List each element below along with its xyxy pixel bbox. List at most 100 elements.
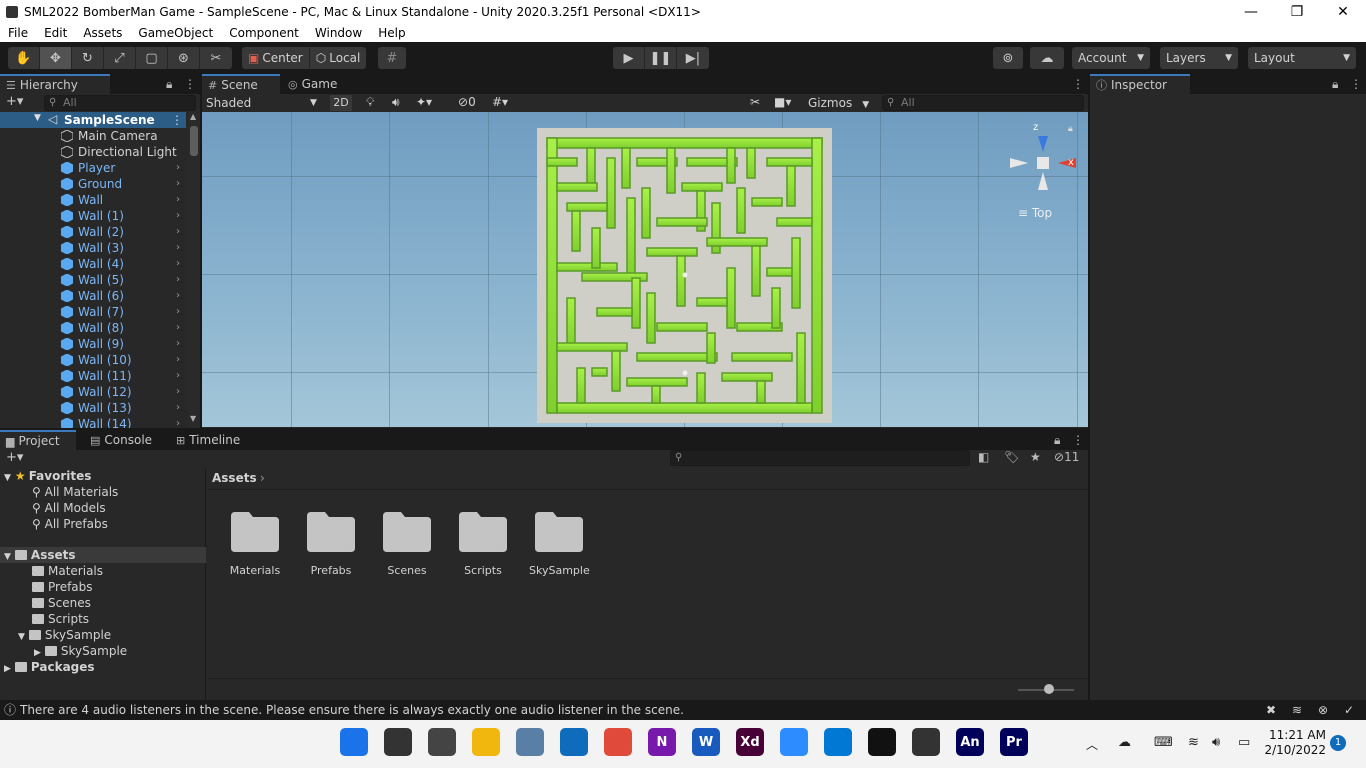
check-icon[interactable]: ✓ <box>1344 700 1354 720</box>
filter-type-icon[interactable]: ◧ <box>978 450 989 464</box>
hierarchy-item[interactable]: Wall (3) › <box>0 240 190 256</box>
prefab-open-icon[interactable]: › <box>176 352 180 368</box>
expand-arrow-icon[interactable]: ▼ <box>4 473 11 483</box>
pivot-local-button[interactable]: ⬡ Local <box>310 47 367 69</box>
expand-arrow-icon[interactable]: ▼ <box>4 552 11 562</box>
onenote-icon[interactable]: N <box>648 728 676 756</box>
menu-component[interactable]: Component <box>221 26 307 40</box>
more-options-icon[interactable]: ⋮ <box>1350 77 1362 91</box>
step-button[interactable]: ▶| <box>677 47 709 69</box>
file-explorer-icon[interactable] <box>472 728 500 756</box>
prefab-open-icon[interactable]: › <box>176 256 180 272</box>
play-button[interactable]: ▶ <box>613 47 645 69</box>
hierarchy-item[interactable]: Player › <box>0 160 190 176</box>
transform-tool-icon[interactable]: ⊛ <box>168 47 200 69</box>
close-button[interactable]: ✕ <box>1320 0 1366 24</box>
move-tool-icon[interactable]: ✥ <box>40 47 72 69</box>
prefab-open-icon[interactable]: › <box>176 272 180 288</box>
account-dropdown[interactable]: Account ▼ <box>1072 47 1150 69</box>
status-message[interactable]: There are 4 audio listeners in the scene… <box>20 700 684 720</box>
prefab-open-icon[interactable]: › <box>176 288 180 304</box>
minimize-button[interactable]: — <box>1228 0 1274 24</box>
prefab-open-icon[interactable]: › <box>176 160 180 176</box>
unity-hub-icon[interactable] <box>912 728 940 756</box>
layout-dropdown[interactable]: Layout ▼ <box>1248 47 1356 69</box>
clock[interactable]: 11:21 AM 2/10/2022 <box>1262 728 1326 758</box>
favorites-item[interactable]: ⚲ All Materials <box>32 484 118 500</box>
prefab-open-icon[interactable]: › <box>176 208 180 224</box>
adobe-premiere-icon[interactable]: Pr <box>1000 728 1028 756</box>
cloud-icon[interactable]: ☁ <box>1118 735 1131 750</box>
keyboard-icon[interactable]: ⌨ <box>1154 735 1173 750</box>
scroll-up-icon[interactable]: ▲ <box>190 112 196 121</box>
menu-help[interactable]: Help <box>370 26 413 40</box>
asset-folder[interactable]: Prefabs <box>301 512 361 577</box>
prefab-open-icon[interactable]: › <box>176 320 180 336</box>
custom-tool-icon[interactable]: ✂ <box>200 47 232 69</box>
tab-inspector[interactable]: ⓘ Inspector <box>1090 74 1190 94</box>
hierarchy-item[interactable]: Wall (1) › <box>0 208 190 224</box>
add-gameobject-button[interactable]: +▾ <box>6 94 23 109</box>
search-icon[interactable] <box>384 728 412 756</box>
tree-folder-skysample-child[interactable]: ▶ SkySample <box>34 643 127 659</box>
grid-toggle-icon[interactable]: #▾ <box>492 95 508 109</box>
hierarchy-item[interactable]: Ground › <box>0 176 190 192</box>
hierarchy-item[interactable]: Directional Light <box>0 144 190 160</box>
chevron-up-icon[interactable]: ︿ <box>1086 736 1098 753</box>
grid-snap-button[interactable]: # <box>378 47 406 69</box>
effects-icon[interactable]: ✦▾ <box>416 95 432 109</box>
tools-icon[interactable]: ✂ <box>750 95 760 109</box>
gizmos-dropdown[interactable]: Gizmos ▼ <box>808 96 872 112</box>
pause-button[interactable]: ❚❚ <box>645 47 677 69</box>
tree-folder-prefabs[interactable]: Prefabs <box>32 579 93 595</box>
packages-root[interactable]: ▶ Packages <box>4 659 95 675</box>
chrome-icon[interactable] <box>604 728 632 756</box>
tab-game[interactable]: ◎ Game <box>282 74 352 94</box>
hierarchy-item[interactable]: Wall (5) › <box>0 272 190 288</box>
debug-icon[interactable]: ✖ <box>1266 700 1276 720</box>
prefab-open-icon[interactable]: › <box>176 416 180 428</box>
prefab-open-icon[interactable]: › <box>176 176 180 192</box>
prefab-open-icon[interactable]: › <box>176 336 180 352</box>
expand-arrow-icon[interactable]: ▶ <box>4 664 11 674</box>
prefab-open-icon[interactable]: › <box>176 240 180 256</box>
hierarchy-item[interactable]: Wall (9) › <box>0 336 190 352</box>
lock-icon[interactable]: 🔒︎ <box>1332 77 1338 92</box>
toggle-2d-button[interactable]: 2D <box>330 95 352 111</box>
prefab-open-icon[interactable]: › <box>176 192 180 208</box>
volume-icon[interactable]: 🔊︎ <box>1212 735 1220 750</box>
tree-folder-materials[interactable]: Materials <box>32 563 103 579</box>
adobe-xd-icon[interactable]: Xd <box>736 728 764 756</box>
cache-icon[interactable]: ≋ <box>1292 700 1302 720</box>
create-asset-button[interactable]: +▾ <box>6 450 23 465</box>
menu-window[interactable]: Window <box>307 26 370 40</box>
scene-search-input[interactable]: ⚲ All <box>882 95 1084 111</box>
hierarchy-item[interactable]: Wall (4) › <box>0 256 190 272</box>
zoom-slider-thumb[interactable] <box>1043 684 1054 694</box>
adobe-animate-icon[interactable]: An <box>956 728 984 756</box>
filter-label-icon[interactable]: 🏷︎ <box>1004 450 1019 464</box>
pivot-center-button[interactable]: ▣ Center <box>242 47 310 69</box>
tab-timeline[interactable]: ⊞ Timeline <box>170 430 260 450</box>
menu-gameobject[interactable]: GameObject <box>130 26 221 40</box>
zoom-icon[interactable] <box>780 728 808 756</box>
lock-icon[interactable]: 🔒︎ <box>1054 433 1060 448</box>
battery-icon[interactable]: ▭ <box>1238 735 1250 750</box>
favorites-item[interactable]: ⚲ All Models <box>32 500 106 516</box>
hierarchy-item[interactable]: Wall (14) › <box>0 416 190 428</box>
tree-folder-skysample[interactable]: ▼ SkySample <box>18 627 111 643</box>
cloud-button[interactable]: ☁ <box>1030 47 1064 69</box>
maze-level[interactable] <box>537 128 832 423</box>
favorite-star-icon[interactable]: ★ <box>1030 450 1041 464</box>
scene-row[interactable]: ▼ ◁ SampleScene ⋮ <box>0 112 186 128</box>
expand-arrow-icon[interactable]: ▼ <box>34 113 41 123</box>
prefab-open-icon[interactable]: › <box>176 384 180 400</box>
hierarchy-item[interactable]: Wall › <box>0 192 190 208</box>
camera-icon[interactable]: ■▾ <box>774 95 791 109</box>
prefab-open-icon[interactable]: › <box>176 304 180 320</box>
hierarchy-item[interactable]: Wall (12) › <box>0 384 190 400</box>
hierarchy-item[interactable]: Main Camera <box>0 128 190 144</box>
settings-icon[interactable] <box>516 728 544 756</box>
asset-folder[interactable]: Scripts <box>453 512 513 577</box>
expand-arrow-icon[interactable]: ▼ <box>18 632 25 642</box>
